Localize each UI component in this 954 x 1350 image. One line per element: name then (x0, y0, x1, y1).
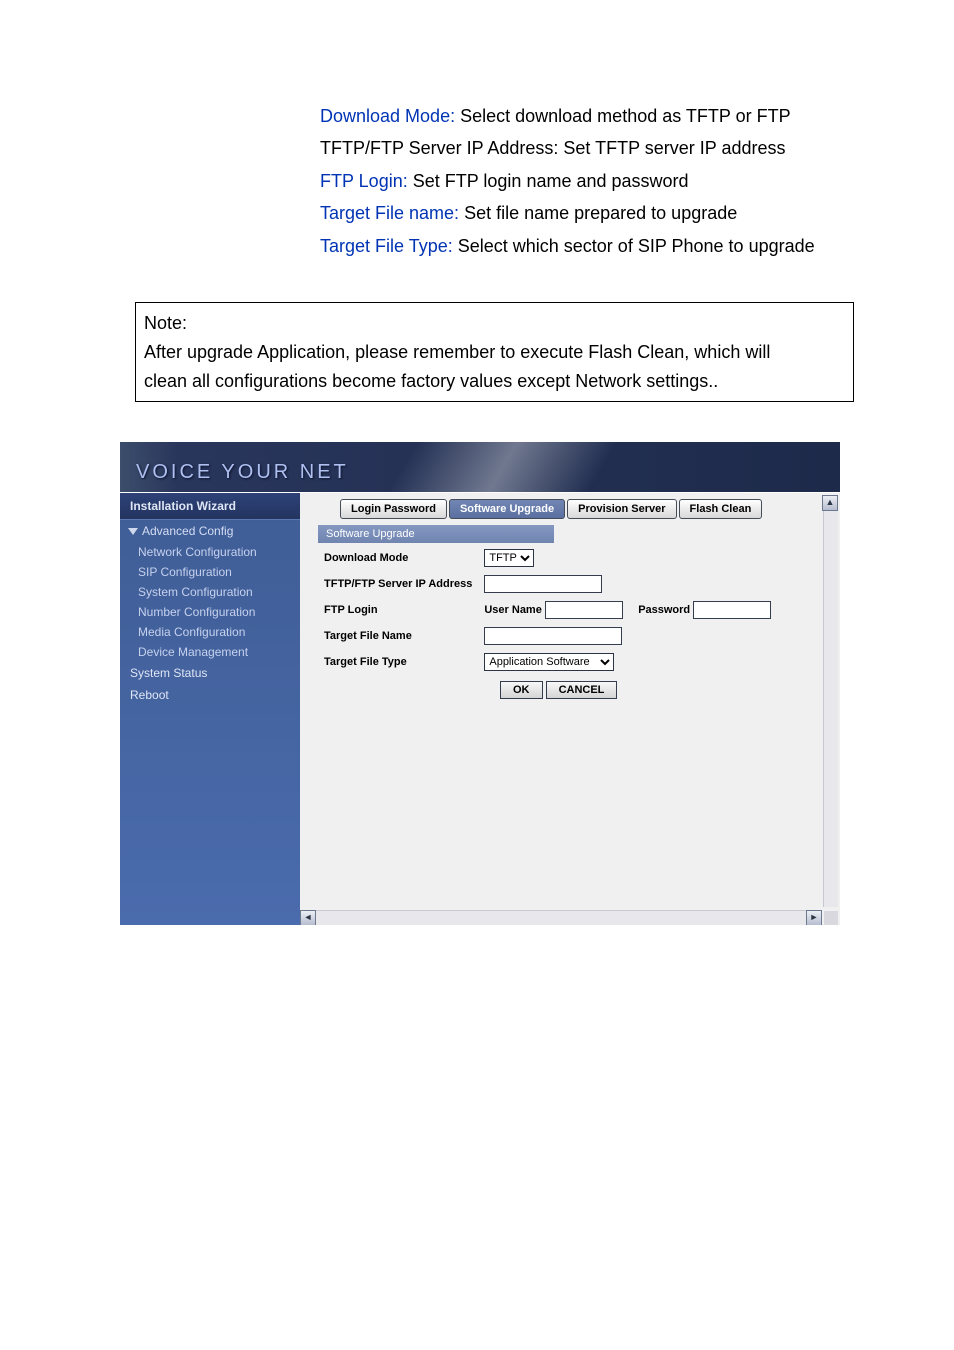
tab-software-upgrade[interactable]: Software Upgrade (449, 499, 565, 519)
target-file-name-label: Target File Name (318, 623, 478, 649)
user-name-label: User Name (484, 604, 541, 616)
doc-target-file-name-text: Set file name prepared to upgrade (459, 203, 737, 223)
sidebar-item-number-config[interactable]: Number Configuration (120, 602, 300, 622)
sidebar: Installation Wizard Advanced Config Netw… (120, 493, 300, 925)
sidebar-item-network-config[interactable]: Network Configuration (120, 542, 300, 562)
ftp-login-label: FTP Login (318, 597, 478, 623)
scroll-up-button[interactable]: ▲ (822, 495, 838, 511)
doc-ftp-login-text: Set FTP login name and password (408, 171, 689, 191)
doc-download-mode-text: Select download method as TFTP or FTP (455, 106, 791, 126)
header-bar: VOICE YOUR NET (120, 442, 840, 492)
server-ip-input[interactable] (484, 575, 602, 593)
ok-button[interactable]: OK (500, 681, 543, 699)
brand-title: VOICE YOUR NET (136, 461, 349, 484)
chevron-down-icon (128, 528, 138, 535)
target-file-type-select[interactable]: Application Software (484, 653, 614, 671)
doc-download-mode-kw: Download Mode: (320, 106, 455, 126)
doc-target-file-type-text: Select which sector of SIP Phone to upgr… (453, 236, 815, 256)
sidebar-item-system-config[interactable]: System Configuration (120, 582, 300, 602)
documentation-block: Download Mode: Select download method as… (0, 0, 954, 282)
tab-flash-clean[interactable]: Flash Clean (679, 499, 763, 519)
sidebar-group-advanced[interactable]: Advanced Config (120, 520, 300, 542)
server-ip-label: TFTP/FTP Server IP Address (318, 571, 478, 597)
note-title: Note: (144, 309, 845, 338)
tabs-row: Login Password Software Upgrade Provisio… (300, 499, 834, 519)
panel-title: Software Upgrade (318, 525, 554, 543)
tab-login-password[interactable]: Login Password (340, 499, 447, 519)
form-table: Download Mode TFTP TFTP/FTP Server IP Ad… (318, 545, 777, 675)
sidebar-item-system-status[interactable]: System Status (120, 662, 300, 684)
scroll-right-button[interactable]: ► (806, 910, 822, 925)
password-label: Password (638, 604, 690, 616)
cancel-button[interactable]: CANCEL (546, 681, 618, 699)
scroll-track-horizontal[interactable]: ◄ ► (300, 910, 822, 925)
user-name-input[interactable] (545, 601, 623, 619)
download-mode-label: Download Mode (318, 545, 478, 571)
scroll-left-button[interactable]: ◄ (300, 910, 316, 925)
doc-ftp-login-kw: FTP Login: (320, 171, 408, 191)
note-line1: After upgrade Application, please rememb… (144, 338, 845, 367)
note-line2: clean all configurations become factory … (144, 367, 845, 396)
download-mode-select[interactable]: TFTP (484, 549, 534, 567)
scroll-track-vertical[interactable] (823, 511, 838, 907)
sidebar-item-reboot[interactable]: Reboot (120, 684, 300, 706)
sidebar-item-media-config[interactable]: Media Configuration (120, 622, 300, 642)
sidebar-item-installation-wizard[interactable]: Installation Wizard (120, 493, 300, 520)
target-file-name-input[interactable] (484, 627, 622, 645)
tab-provision-server[interactable]: Provision Server (567, 499, 676, 519)
app-body: Installation Wizard Advanced Config Netw… (120, 492, 840, 925)
header-decor (377, 442, 623, 492)
sidebar-group-label: Advanced Config (142, 524, 233, 538)
note-box: Note: After upgrade Application, please … (135, 302, 854, 402)
doc-target-file-name-kw: Target File name: (320, 203, 459, 223)
doc-target-file-type-kw: Target File Type: (320, 236, 453, 256)
sidebar-item-device-mgmt[interactable]: Device Management (120, 642, 300, 662)
sidebar-item-sip-config[interactable]: SIP Configuration (120, 562, 300, 582)
app-frame: VOICE YOUR NET Installation Wizard Advan… (120, 442, 840, 925)
scroll-corner (824, 911, 838, 925)
doc-tftp-line: TFTP/FTP Server IP Address: Set TFTP ser… (140, 132, 874, 164)
password-input[interactable] (693, 601, 771, 619)
button-row: OK CANCEL (300, 675, 834, 699)
target-file-type-label: Target File Type (318, 649, 478, 675)
content-pane: Login Password Software Upgrade Provisio… (300, 493, 840, 925)
